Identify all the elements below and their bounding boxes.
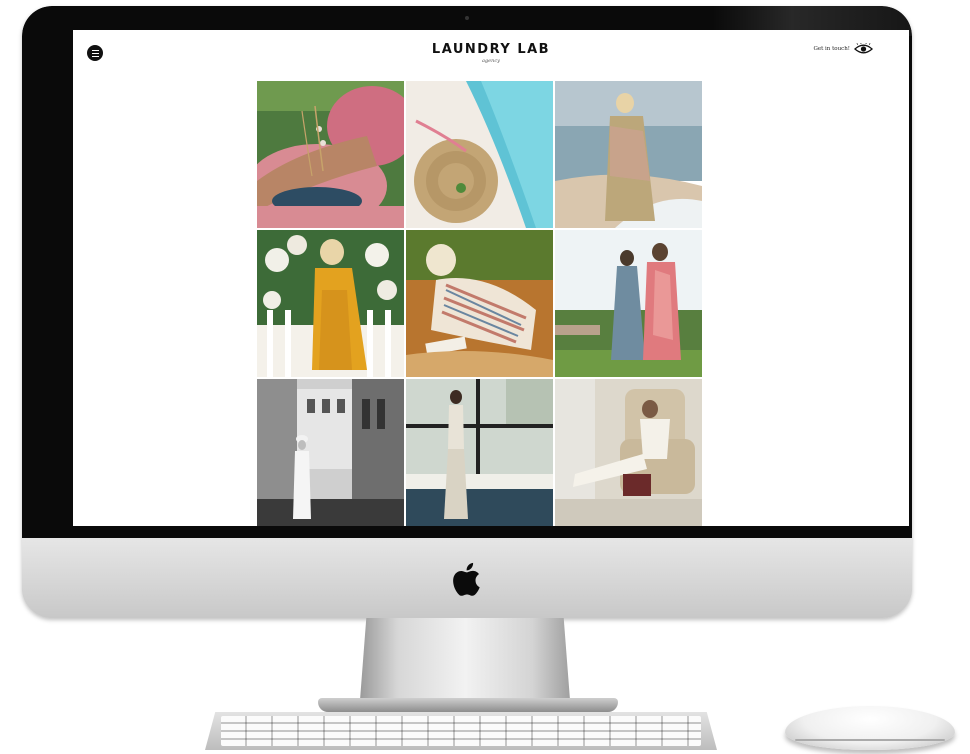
gallery-photo-chair-lounge[interactable] xyxy=(555,379,702,526)
photo-image xyxy=(257,379,404,526)
gallery-photo-bracelets[interactable] xyxy=(257,81,404,228)
gallery-photo-straw-bag[interactable] xyxy=(406,81,553,228)
gallery-photo-two-robes[interactable] xyxy=(555,230,702,377)
brand-tagline: agency xyxy=(482,58,500,64)
browser-screen: LAUNDRY LAB agency Get in touch! xyxy=(73,30,909,526)
gallery-photo-yellow-jacket[interactable] xyxy=(257,230,404,377)
photo-image xyxy=(406,81,553,228)
gallery-photo-street-bw[interactable] xyxy=(257,379,404,526)
photo-image xyxy=(555,81,702,228)
brand-name: LAUNDRY LAB xyxy=(431,42,551,57)
keyboard-keys xyxy=(221,716,701,746)
monitor-stand-base xyxy=(318,698,618,712)
photo-image xyxy=(406,230,553,377)
webcam-icon xyxy=(465,16,469,20)
photo-image xyxy=(406,379,553,526)
gallery-photo-window-figure[interactable] xyxy=(406,379,553,526)
photo-grid xyxy=(257,81,702,526)
monitor-stand xyxy=(360,618,570,700)
get-in-touch-link[interactable]: Get in touch! xyxy=(813,43,873,55)
photo-image xyxy=(257,81,404,228)
photo-image xyxy=(555,230,702,377)
keyboard xyxy=(205,712,717,750)
magic-mouse xyxy=(785,706,955,750)
gallery-photo-beach-dress[interactable] xyxy=(555,81,702,228)
eye-icon xyxy=(854,43,873,54)
photo-image xyxy=(257,230,404,377)
apple-logo-icon xyxy=(453,562,480,596)
contact-label: Get in touch! xyxy=(813,46,850,52)
gallery-photo-striped-dress[interactable] xyxy=(406,230,553,377)
photo-image xyxy=(555,379,702,526)
brand-logo[interactable]: LAUNDRY LAB agency xyxy=(73,42,909,64)
imac-monitor: LAUNDRY LAB agency Get in touch! xyxy=(22,6,912,618)
